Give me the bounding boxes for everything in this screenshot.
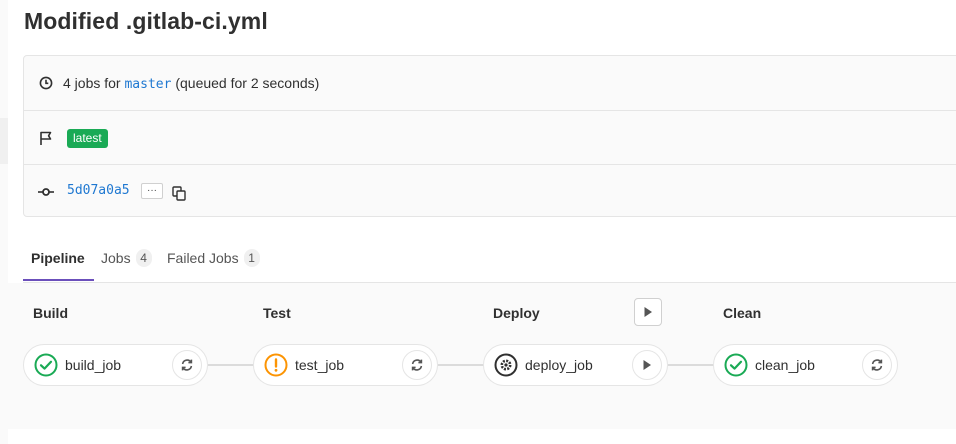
job-name: build_job <box>65 357 122 373</box>
pipeline-jobs-row: 4 jobs for master (queued for 2 seconds) <box>24 56 956 110</box>
stage-connector <box>668 364 715 366</box>
tab-active-indicator <box>23 279 94 281</box>
pipeline-tabs: Pipeline Jobs 4 Failed Jobs 1 <box>23 235 956 283</box>
tab-label: Pipeline <box>31 250 85 266</box>
jobs-summary: 4 jobs for master (queued for 2 seconds) <box>63 75 319 92</box>
tab-label: Failed Jobs <box>167 250 239 266</box>
copy-commit-sha-icon[interactable] <box>171 185 187 201</box>
stage-title-build: Build <box>33 305 68 321</box>
tab-pipeline[interactable]: Pipeline <box>31 235 85 281</box>
job-name: clean_job <box>755 357 815 373</box>
stage-title-test: Test <box>263 305 291 321</box>
status-success-icon <box>34 353 58 377</box>
stage-connector <box>438 364 485 366</box>
retry-build-job-button[interactable] <box>172 350 202 380</box>
job-build-job[interactable]: build_job <box>23 344 208 386</box>
page-title: Modified .gitlab-ci.yml <box>24 8 268 34</box>
retry-clean-job-button[interactable] <box>862 350 892 380</box>
pipeline-graph: Build Test Deploy Clean build_job test_j… <box>8 283 956 429</box>
play-deploy-stage-button[interactable] <box>634 298 662 326</box>
pipeline-info-box: 4 jobs for master (queued for 2 seconds)… <box>23 55 956 217</box>
pipeline-badges-row: latest <box>24 110 956 165</box>
retry-icon <box>411 359 423 371</box>
job-clean-job[interactable]: clean_job <box>713 344 898 386</box>
tab-count-badge: 1 <box>243 249 260 267</box>
job-name: deploy_job <box>525 357 593 373</box>
left-edge-accent <box>0 118 8 164</box>
stage-title-clean: Clean <box>723 305 762 321</box>
retry-icon <box>181 359 193 371</box>
stage-connector <box>208 364 255 366</box>
queued-text: (queued for 2 seconds) <box>175 74 320 91</box>
branch-link[interactable]: master <box>124 77 171 92</box>
latest-badge: latest <box>67 129 108 148</box>
tab-label: Jobs <box>101 250 131 266</box>
play-icon <box>643 360 651 370</box>
flag-icon <box>38 130 54 146</box>
commit-message-toggle-button[interactable]: ··· <box>141 183 163 199</box>
tab-jobs[interactable]: Jobs 4 <box>101 235 152 281</box>
clock-icon <box>38 75 54 91</box>
stage-title-deploy: Deploy <box>493 305 540 321</box>
tab-failed-jobs[interactable]: Failed Jobs 1 <box>167 235 260 281</box>
status-success-icon <box>724 353 748 377</box>
jobs-count-text: 4 jobs for <box>63 74 121 91</box>
retry-icon <box>871 359 883 371</box>
status-manual-icon <box>494 353 518 377</box>
play-deploy-job-button[interactable] <box>632 350 662 380</box>
commit-icon <box>38 184 54 200</box>
retry-test-job-button[interactable] <box>402 350 432 380</box>
tab-count-badge: 4 <box>135 249 152 267</box>
job-name: test_job <box>295 357 345 373</box>
pipeline-commit-row: 5d07a0a5 ··· <box>24 164 956 219</box>
status-warning-icon <box>264 353 288 377</box>
commit-sha-link[interactable]: 5d07a0a5 <box>67 183 130 198</box>
job-deploy-job[interactable]: deploy_job <box>483 344 668 386</box>
left-edge <box>0 0 8 444</box>
play-icon <box>644 307 652 317</box>
job-test-job[interactable]: test_job <box>253 344 438 386</box>
